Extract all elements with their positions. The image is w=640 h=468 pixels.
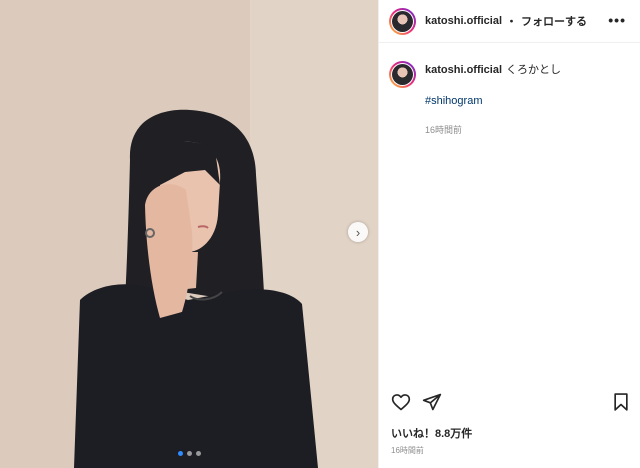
chevron-right-icon: ›	[355, 224, 361, 240]
follow-button[interactable]: フォローする	[521, 13, 587, 29]
header-separator: ・	[506, 16, 518, 28]
hashtag-link[interactable]: #shihogram	[425, 93, 561, 109]
instagram-post: › katoshi.official ・ フォローする ••• katoshi.…	[0, 0, 640, 468]
action-bar	[379, 388, 640, 416]
header-username[interactable]: katoshi.official	[425, 15, 502, 27]
caption-username[interactable]: katoshi.official	[425, 64, 502, 76]
heart-icon[interactable]	[391, 392, 411, 412]
caption-timestamp: 16時間前	[425, 125, 463, 135]
post-timestamp: 16時間前	[391, 446, 424, 455]
avatar-image	[392, 64, 413, 85]
post-sidebar: katoshi.official ・ フォローする ••• katoshi.of…	[378, 0, 640, 468]
caption-text: くろかとし	[506, 64, 562, 76]
carousel-indicator	[178, 451, 201, 456]
next-photo-button[interactable]: ›	[348, 222, 368, 242]
share-icon[interactable]	[422, 392, 442, 412]
carousel-dot	[187, 451, 192, 456]
post-photo[interactable]: ›	[0, 0, 378, 468]
carousel-dot	[178, 451, 183, 456]
avatar-image	[392, 10, 413, 32]
caption-avatar[interactable]	[389, 61, 416, 88]
avatar[interactable]	[389, 7, 416, 35]
post-caption: katoshi.official くろかとし #shihogram 16時間前	[379, 43, 640, 138]
photo-illustration	[0, 0, 378, 468]
bookmark-icon[interactable]	[611, 392, 631, 412]
post-header: katoshi.official ・ フォローする •••	[379, 0, 640, 43]
carousel-dot	[196, 451, 201, 456]
like-count[interactable]: いいね！8.8万件	[391, 425, 472, 441]
more-options-icon[interactable]: •••	[608, 12, 626, 28]
